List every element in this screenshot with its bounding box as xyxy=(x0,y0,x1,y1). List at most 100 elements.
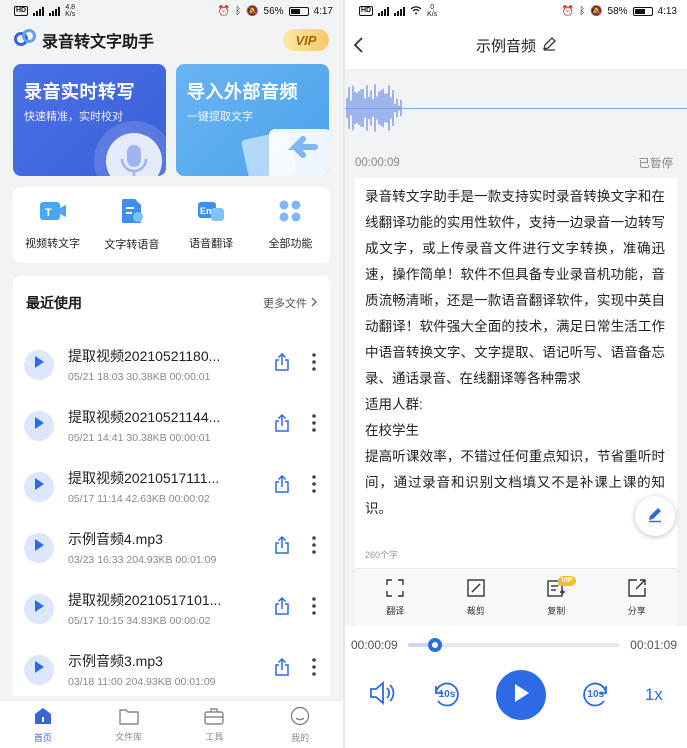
recent-file-row[interactable]: 提取视频20210521180... 05/21 18:03 30.38KB 00… xyxy=(13,334,330,395)
action-label: 复制 xyxy=(547,606,566,616)
share-icon xyxy=(274,474,290,497)
file-info: 示例音频3.mp3 03/18 11:00 204.93KB 00:01:09 xyxy=(68,651,274,688)
detail-topbar: 示例音频 xyxy=(345,22,687,70)
recent-file-row[interactable]: 提取视频20210517101... 05/17 10:15 34.83KB 00… xyxy=(13,578,330,639)
transcript-text[interactable]: 录音转文字助手是一款支持实时录音转换文字和在线翻译功能的实用性软件，支持一边录音… xyxy=(365,184,665,522)
share-file-button[interactable] xyxy=(274,596,290,620)
share-file-button[interactable] xyxy=(274,474,290,498)
share-file-button[interactable] xyxy=(274,535,290,559)
tool-all-functions[interactable]: 全部功能 xyxy=(251,187,330,263)
app-title: 录音转文字助手 xyxy=(42,34,155,51)
transcript-paragraph: 在校学生 xyxy=(365,423,419,438)
progress-slider[interactable] xyxy=(407,638,621,652)
play-icon xyxy=(33,477,45,496)
all-functions-icon xyxy=(278,199,302,228)
more-vertical-icon xyxy=(312,597,316,619)
more-options-button[interactable] xyxy=(312,475,316,498)
tools-row: T 视频转文字 文字转语音 En 语音翻译 全部功能 xyxy=(13,187,330,263)
file-name: 提取视频20210517111... xyxy=(68,470,220,486)
back-button[interactable] xyxy=(353,36,365,59)
recent-file-row[interactable]: 提取视频20210517111... 05/17 11:14 42.63KB 00… xyxy=(13,456,330,517)
mute-icon: 🔕 xyxy=(590,5,603,17)
more-options-button[interactable] xyxy=(312,658,316,681)
tool-video-to-text[interactable]: T 视频转文字 xyxy=(13,187,92,263)
nav-home[interactable]: 首页 xyxy=(0,701,86,748)
playback-speed-button[interactable]: 1x xyxy=(645,685,663,705)
more-options-button[interactable] xyxy=(312,414,316,437)
tool-voice-translate[interactable]: En 语音翻译 xyxy=(172,187,251,263)
play-file-button[interactable] xyxy=(24,532,54,563)
nav-files[interactable]: 文件库 xyxy=(86,701,172,748)
net-speed: 0 K/s xyxy=(427,4,438,18)
play-file-button[interactable] xyxy=(24,349,54,380)
import-folder-icon xyxy=(239,107,329,176)
progress-knob[interactable] xyxy=(428,638,443,652)
profile-icon xyxy=(290,706,310,728)
battery-percent: 56% xyxy=(263,5,284,17)
share-button[interactable]: 分享 xyxy=(597,569,678,626)
tool-text-to-speech[interactable]: 文字转语音 xyxy=(92,187,171,263)
nav-profile[interactable]: 我的 xyxy=(257,701,343,748)
mute-icon: 🔕 xyxy=(246,5,259,17)
realtime-transcribe-card[interactable]: 录音实时转写 快速精准，实时校对 xyxy=(13,64,166,176)
clock: 4:13 xyxy=(657,5,677,17)
rewind-10s-button[interactable]: 10s xyxy=(430,681,464,709)
crop-button[interactable]: 裁剪 xyxy=(436,569,517,626)
toolbox-icon xyxy=(204,707,225,727)
recent-file-row[interactable]: 提取视频20210521144... 05/21 14:41 30.38KB 00… xyxy=(13,395,330,456)
file-meta: 05/21 14:41 30.38KB 00:00:01 xyxy=(68,432,211,444)
recent-file-row[interactable]: 示例音频4.mp3 03/23 16:33 204.93KB 00:01:09 xyxy=(13,517,330,578)
nav-tools[interactable]: 工具 xyxy=(172,701,258,748)
current-time: 00:00:09 xyxy=(351,638,398,652)
vip-button[interactable]: VIP xyxy=(283,29,329,51)
more-options-button[interactable] xyxy=(312,597,316,620)
char-count: 260个字 xyxy=(365,550,399,560)
share-file-button[interactable] xyxy=(274,657,290,681)
edit-button[interactable] xyxy=(635,496,675,536)
more-options-button[interactable] xyxy=(312,353,316,376)
more-vertical-icon xyxy=(312,475,316,497)
share-file-button[interactable] xyxy=(274,352,290,376)
tool-label: 语音翻译 xyxy=(189,238,234,250)
file-info: 提取视频20210521180... 05/21 18:03 30.38KB 00… xyxy=(68,346,274,383)
recent-section: 最近使用 更多文件 提取视频20210521180... 05/21 18:03 … xyxy=(13,276,330,696)
copy-button[interactable]: VIP 复制 xyxy=(516,569,597,626)
volume-button[interactable] xyxy=(369,680,397,710)
waveform[interactable] xyxy=(345,70,687,148)
import-audio-card[interactable]: 导入外部音频 一键提取文字 xyxy=(176,64,329,176)
nav-label: 工具 xyxy=(205,731,224,742)
forward-10s-button[interactable]: 10s xyxy=(578,681,612,709)
file-meta: 05/17 11:14 42.63KB 00:00:02 xyxy=(68,493,210,505)
waveform-graphic xyxy=(346,84,402,132)
translate-button[interactable]: 翻译 xyxy=(355,569,436,626)
more-options-button[interactable] xyxy=(312,536,316,559)
app-logo-icon xyxy=(14,28,36,52)
file-info: 提取视频20210521144... 05/21 14:41 30.38KB 00… xyxy=(68,407,274,444)
file-name: 提取视频20210517101... xyxy=(68,592,222,608)
play-file-button[interactable] xyxy=(24,471,54,502)
signal-icon xyxy=(394,6,406,16)
more-vertical-icon xyxy=(312,414,316,436)
play-button[interactable] xyxy=(496,670,547,720)
hero-title: 导入外部音频 xyxy=(187,82,298,102)
play-icon xyxy=(33,416,45,435)
more-files-link[interactable]: 更多文件 xyxy=(263,295,318,311)
battery-icon xyxy=(288,6,309,16)
file-meta: 03/23 16:33 204.93KB 00:01:09 xyxy=(68,554,217,566)
share-icon xyxy=(274,657,290,680)
recent-file-row[interactable]: 示例音频3.mp3 03/18 11:00 204.93KB 00:01:09 xyxy=(13,639,330,696)
file-name: 提取视频20210521180... xyxy=(68,348,221,364)
forward-label: 10s xyxy=(587,689,605,700)
signal-icon xyxy=(33,6,45,16)
play-icon xyxy=(512,683,530,708)
play-file-button[interactable] xyxy=(24,654,54,685)
file-name: 示例音频4.mp3 xyxy=(68,531,163,547)
page-title: 示例音频 xyxy=(475,38,536,55)
play-file-button[interactable] xyxy=(24,410,54,441)
file-info: 示例音频4.mp3 03/23 16:33 204.93KB 00:01:09 xyxy=(68,529,274,566)
svg-text:T: T xyxy=(45,207,52,219)
action-label: 分享 xyxy=(627,606,646,616)
title-rename[interactable]: 示例音频 xyxy=(476,35,556,56)
play-file-button[interactable] xyxy=(24,593,54,624)
share-file-button[interactable] xyxy=(274,413,290,437)
